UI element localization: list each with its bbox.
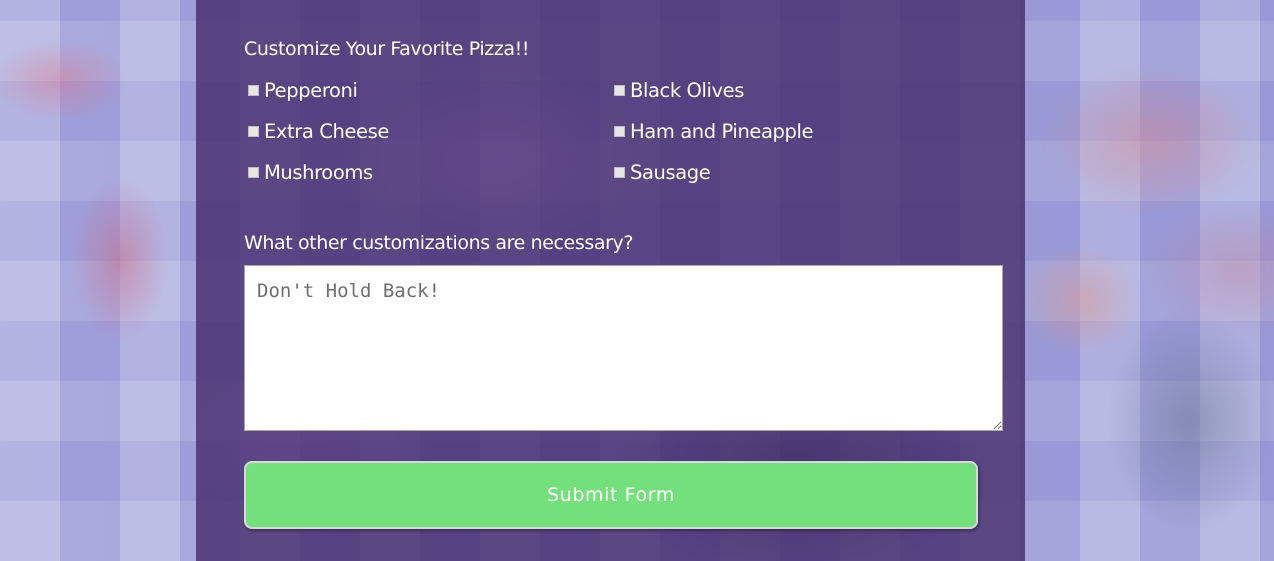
- topping-option-pepperoni[interactable]: Pepperoni: [248, 79, 358, 102]
- topping-label: Black Olives: [630, 79, 745, 102]
- topping-option-extra-cheese[interactable]: Extra Cheese: [248, 120, 389, 143]
- topping-option-sausage[interactable]: Sausage: [614, 161, 711, 184]
- customizations-textarea[interactable]: [244, 265, 1003, 431]
- topping-label: Sausage: [630, 161, 711, 184]
- pepperoni-checkbox[interactable]: [248, 85, 259, 96]
- ham-and-pineapple-checkbox[interactable]: [614, 126, 625, 137]
- extra-cheese-checkbox[interactable]: [248, 126, 259, 137]
- topping-option-mushrooms[interactable]: Mushrooms: [248, 161, 373, 184]
- topping-label: Mushrooms: [264, 161, 373, 184]
- topping-label: Extra Cheese: [264, 120, 389, 143]
- topping-option-black-olives[interactable]: Black Olives: [614, 79, 744, 102]
- sausage-checkbox[interactable]: [614, 167, 625, 178]
- topping-option-ham-and-pineapple[interactable]: Ham and Pineapple: [614, 120, 814, 143]
- mushrooms-checkbox[interactable]: [248, 167, 259, 178]
- black-olives-checkbox[interactable]: [614, 85, 625, 96]
- form-heading: Customize Your Favorite Pizza!!: [244, 38, 530, 60]
- topping-label: Ham and Pineapple: [630, 120, 814, 143]
- customizations-question: What other customizations are necessary?: [244, 232, 634, 254]
- topping-label: Pepperoni: [264, 79, 358, 102]
- submit-button[interactable]: Submit Form: [244, 461, 978, 529]
